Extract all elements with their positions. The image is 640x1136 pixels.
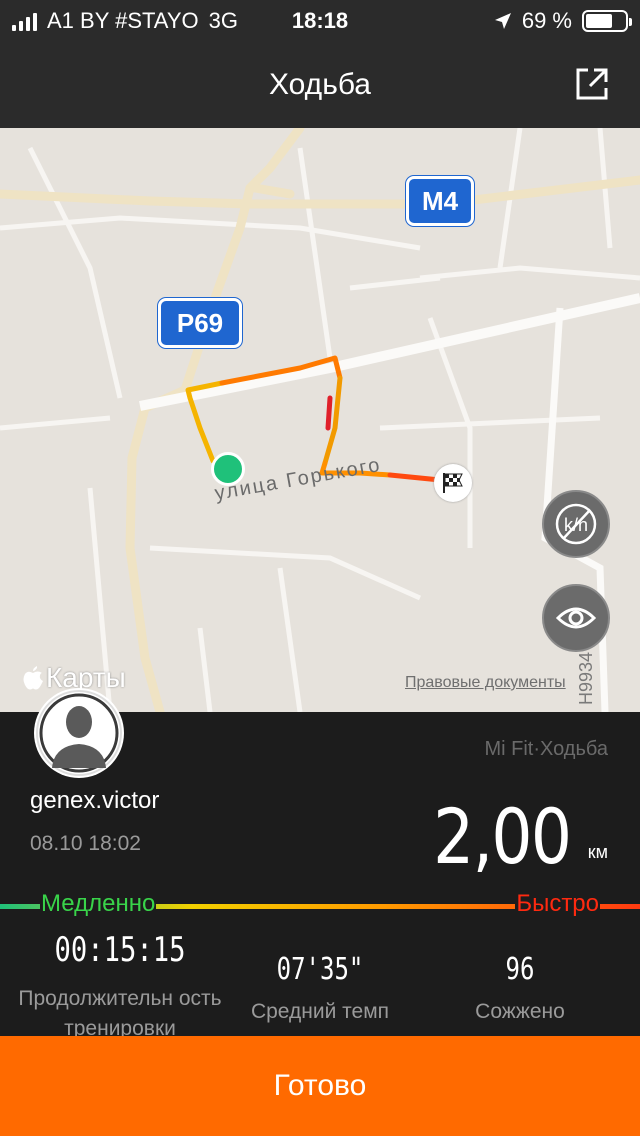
navigation-bar: Ходьба [0, 40, 640, 128]
battery-percent: 69 % [521, 8, 572, 33]
avatar[interactable] [34, 688, 124, 778]
route-shield-p69: P69 [158, 298, 242, 348]
route-map[interactable]: M4 P69 улица Горького k/n Карты Право [0, 128, 640, 712]
view-toggle-button[interactable] [542, 584, 610, 652]
stat-calories: 96 Сожжено [440, 952, 600, 1027]
pace-scale: Медленно Быстро [0, 890, 640, 924]
stat-calories-value: 96 [505, 952, 535, 987]
legal-link[interactable]: Правовые документы [405, 674, 566, 692]
share-icon[interactable] [574, 66, 610, 102]
location-arrow-icon [494, 13, 511, 29]
distance-value: 2,00 [432, 792, 572, 881]
eye-icon [556, 607, 596, 629]
start-point-marker [211, 452, 245, 486]
username: genex.victor [30, 787, 160, 814]
status-right: 69 % [494, 8, 632, 34]
checkered-flag-icon [443, 473, 463, 493]
stat-avg-pace-value: 07'35" [276, 952, 364, 987]
distance-unit: км [587, 842, 608, 862]
stat-avg-pace-label: Средний темп [250, 1000, 390, 1023]
status-bar: A1 BY #STAYO 3G 18:18 69 % [0, 0, 640, 40]
km-hidden-icon: k/n [555, 503, 597, 545]
done-button[interactable]: Готово [0, 1036, 640, 1136]
stat-duration-label: Продолжительн ость тренировки [18, 987, 222, 1040]
pace-fast-label: Быстро [515, 890, 600, 918]
battery-icon [582, 10, 632, 32]
stat-duration-value: 00:15:15 [54, 930, 186, 970]
stat-avg-pace: 07'35" Средний темп [230, 952, 410, 1027]
hide-km-markers-button[interactable]: k/n [542, 490, 610, 558]
workout-source: Mi Fit·Ходьба [484, 738, 608, 760]
route-shield-m4: M4 [406, 176, 474, 226]
user-silhouette-icon [36, 690, 122, 776]
finish-flag-icon [434, 464, 472, 502]
workout-summary-panel: genex.victor 08.10 18:02 Mi Fit·Ходьба 2… [0, 688, 640, 1040]
page-title: Ходьба [268, 68, 371, 101]
road-code-label: H9934 [576, 651, 597, 706]
stat-duration: 00:15:15 Продолжительн ость тренировки [0, 930, 240, 1044]
apple-icon [23, 666, 43, 690]
workout-datetime: 08.10 18:02 [30, 832, 141, 855]
stat-calories-label: Сожжено [475, 1000, 565, 1023]
pace-slow-label: Медленно [40, 890, 157, 918]
